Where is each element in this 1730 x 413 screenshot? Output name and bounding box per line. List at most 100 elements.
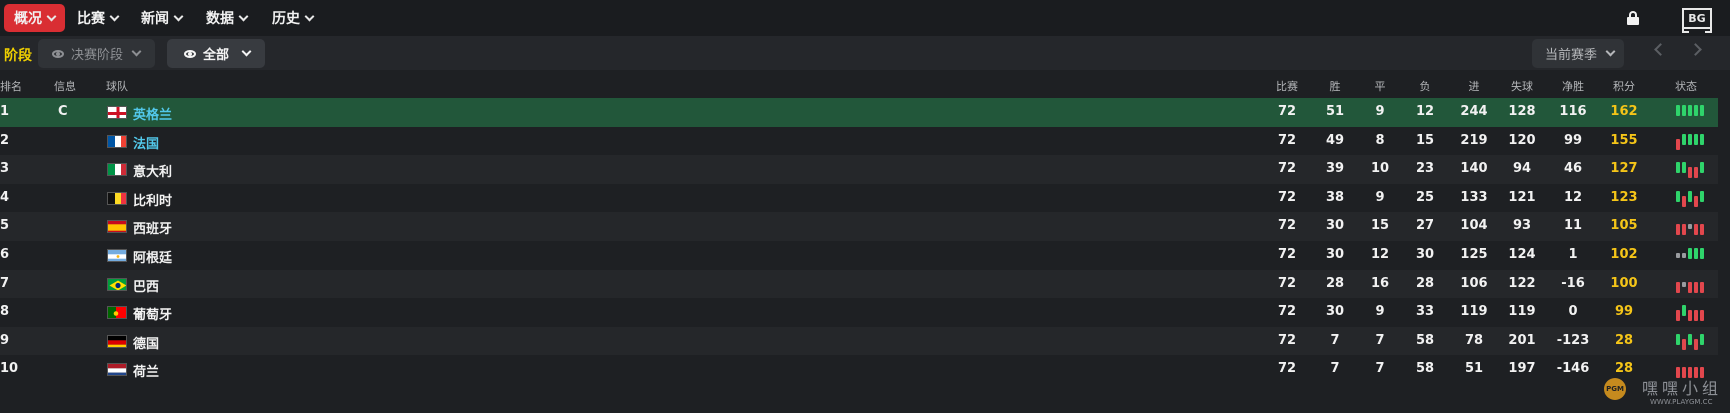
form-bar-win — [1676, 162, 1680, 174]
col-gf[interactable]: 进 — [1454, 78, 1494, 94]
form-bar-win — [1700, 162, 1704, 174]
team-name-link[interactable]: 比利时 — [133, 190, 172, 209]
gd-cell: 11 — [1563, 218, 1583, 234]
table-row[interactable]: 5 西班牙 72 30 15 27 104 93 11 105 — [0, 212, 1718, 241]
col-lost[interactable]: 负 — [1405, 78, 1445, 94]
brazil-flag-icon — [107, 277, 127, 291]
season-dropdown[interactable]: 当前赛季 — [1532, 39, 1624, 68]
rank-cell: 3 — [0, 161, 10, 177]
won-cell: 7 — [1330, 361, 1340, 377]
gd-cell: 99 — [1563, 132, 1583, 148]
table-row[interactable]: 6 阿根廷 72 30 12 30 125 124 1 102 — [0, 241, 1718, 270]
pts-cell: 28 — [1614, 332, 1634, 348]
lost-cell: 12 — [1415, 104, 1435, 119]
table-row[interactable]: 2 法国 72 49 8 15 219 120 99 155 — [0, 126, 1718, 156]
nav-news[interactable]: 新闻 — [141, 4, 184, 32]
drawn-cell: 7 — [1375, 361, 1385, 377]
played-cell: 72 — [1277, 332, 1297, 348]
rank-cell: 2 — [0, 132, 10, 148]
col-won[interactable]: 胜 — [1315, 78, 1355, 94]
table-row[interactable]: 3 意大利 72 39 10 23 140 94 46 127 — [0, 155, 1718, 184]
team-name-link[interactable]: 德国 — [133, 333, 159, 352]
season-dropdown-value: 当前赛季 — [1545, 48, 1598, 63]
belgium-flag-icon — [107, 191, 127, 205]
drawn-cell: 9 — [1375, 104, 1385, 119]
table-row[interactable]: 9 德国 72 7 7 58 78 201 -123 28 — [0, 326, 1718, 356]
team-name-link[interactable]: 英格兰 — [133, 104, 172, 123]
argentina-flag-icon — [107, 249, 127, 262]
lock-icon[interactable] — [1627, 11, 1639, 25]
table-row[interactable]: 8 葡萄牙 72 30 9 33 119 119 0 99 — [0, 298, 1718, 327]
played-cell: 72 — [1277, 361, 1297, 377]
gf-cell: 125 — [1460, 247, 1488, 262]
form-bar-loss — [1694, 310, 1698, 322]
rank-cell: 8 — [0, 304, 10, 320]
lost-cell: 30 — [1415, 247, 1435, 262]
col-form[interactable]: 状态 — [1666, 78, 1706, 94]
col-pts[interactable]: 积分 — [1604, 78, 1644, 94]
gf-cell: 140 — [1460, 161, 1488, 177]
col-ga[interactable]: 失球 — [1502, 78, 1542, 94]
nav-history[interactable]: 历史 — [272, 4, 315, 32]
team-name-link[interactable]: 葡萄牙 — [133, 304, 172, 323]
nav-news-label: 新闻 — [141, 11, 169, 27]
form-bar-win — [1688, 133, 1692, 145]
france-flag-icon — [107, 134, 127, 148]
drawn-cell: 8 — [1375, 132, 1385, 148]
table-row[interactable]: 1 C 英格兰 72 51 9 12 244 128 116 162 — [0, 98, 1718, 127]
watermark-url: WWW.PLAYGM.CC — [1650, 398, 1713, 406]
rank-cell: 1 — [0, 104, 10, 119]
england-flag-icon — [107, 106, 127, 119]
team-name-link[interactable]: 阿根廷 — [133, 247, 172, 266]
watermark: PGM 嘿嘿小组 WWW.PLAYGM.CC — [1596, 372, 1726, 412]
lost-cell: 58 — [1415, 361, 1435, 377]
drawn-cell: 12 — [1370, 247, 1390, 262]
form-bar-win — [1682, 133, 1686, 145]
stage-dropdown[interactable]: 决赛阶段 — [38, 39, 155, 68]
next-arrow-icon[interactable] — [1689, 43, 1702, 56]
netherlands-flag-icon — [107, 363, 127, 377]
gf-cell: 104 — [1460, 218, 1488, 234]
won-cell: 38 — [1325, 189, 1345, 205]
logo-badge[interactable]: BG — [1682, 8, 1712, 33]
col-team[interactable]: 球队 — [106, 78, 128, 94]
table-row[interactable]: 4 比利时 72 38 9 25 133 121 12 123 — [0, 183, 1718, 213]
team-name-link[interactable]: 西班牙 — [133, 218, 172, 237]
gd-cell: 116 — [1559, 104, 1587, 119]
form-bar-loss — [1688, 281, 1692, 293]
prev-arrow-icon[interactable] — [1654, 43, 1667, 56]
col-rank[interactable]: 排名 — [0, 78, 22, 94]
team-name-link[interactable]: 巴西 — [133, 276, 159, 295]
won-cell: 49 — [1325, 132, 1345, 148]
form-bar-win — [1682, 305, 1686, 317]
form-bar-win — [1682, 105, 1686, 116]
col-gd[interactable]: 净胜 — [1553, 78, 1593, 94]
nav-stats[interactable]: 数据 — [206, 4, 249, 32]
eye-icon — [52, 49, 64, 58]
form-bar-draw — [1682, 281, 1686, 287]
table-row[interactable]: 10 荷兰 72 7 7 58 51 197 -146 28 — [0, 355, 1718, 384]
lost-cell: 33 — [1415, 304, 1435, 320]
nav-overview[interactable]: 概况 — [4, 4, 65, 32]
ga-cell: 197 — [1508, 361, 1536, 377]
gd-cell: 0 — [1568, 304, 1578, 320]
nav-overview-label: 概况 — [14, 11, 42, 27]
team-name-link[interactable]: 荷兰 — [133, 361, 159, 380]
nav-matches[interactable]: 比赛 — [77, 4, 120, 32]
form-bar-loss — [1694, 338, 1698, 350]
gd-cell: -16 — [1561, 275, 1585, 291]
gf-cell: 78 — [1464, 332, 1484, 348]
col-played[interactable]: 比赛 — [1267, 78, 1307, 94]
table-row[interactable]: 7 巴西 72 28 16 28 106 122 -16 100 — [0, 269, 1718, 299]
chevron-down-icon — [238, 11, 249, 21]
view-dropdown[interactable]: 全部 — [167, 39, 265, 68]
team-name-link[interactable]: 法国 — [133, 133, 159, 152]
gd-cell: -123 — [1556, 332, 1590, 348]
rank-cell: 5 — [0, 218, 10, 234]
form-bar-loss — [1700, 281, 1704, 293]
col-drawn[interactable]: 平 — [1360, 78, 1400, 94]
gd-cell: 1 — [1568, 247, 1578, 262]
team-name-link[interactable]: 意大利 — [133, 161, 172, 180]
col-info[interactable]: 信息 — [54, 78, 76, 94]
form-bar-win — [1700, 248, 1704, 259]
